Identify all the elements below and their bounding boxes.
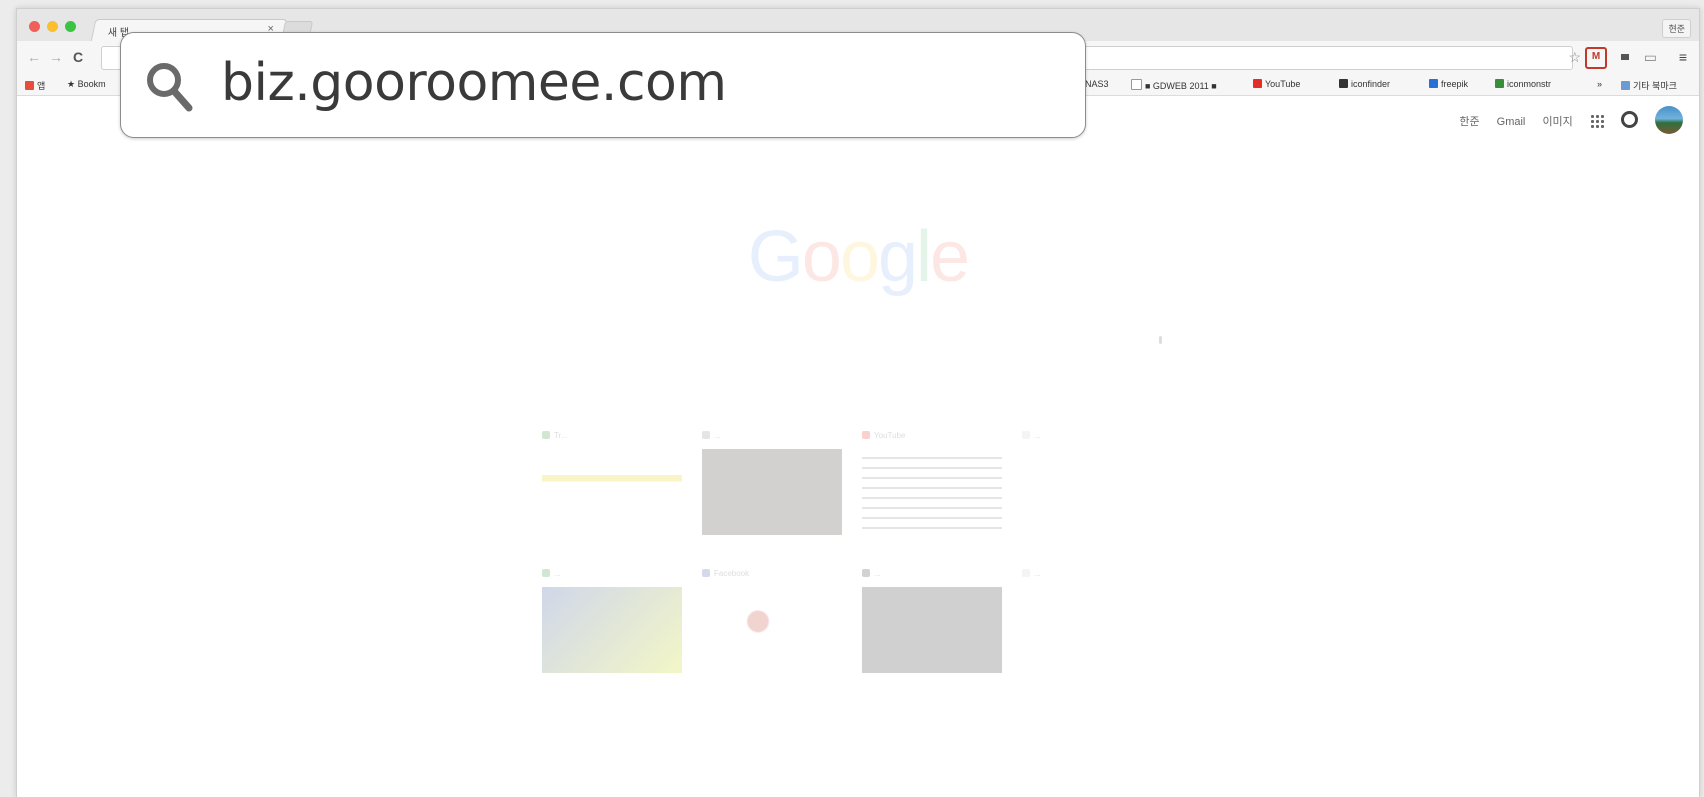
bookmark-iconfinder[interactable]: iconfinder — [1339, 79, 1390, 89]
close-window-button[interactable] — [29, 21, 40, 32]
forward-arrow-icon[interactable]: → — [49, 49, 63, 65]
extension-secondary-icon[interactable] — [1621, 54, 1629, 60]
profile-button[interactable]: 현준 — [1662, 19, 1691, 38]
tile[interactable]: ... — [1022, 431, 1162, 535]
bookmark-youtube[interactable]: YouTube — [1253, 79, 1300, 89]
search-overlay[interactable]: biz.gooroomee.com — [120, 32, 1086, 138]
tile[interactable]: YouTube — [862, 431, 1002, 535]
google-logo: Google — [747, 217, 970, 297]
cast-icon[interactable]: ▭ — [1644, 49, 1657, 66]
new-tab-page: 한준 Gmail 이미지 Google Tr... ... YouTube ..… — [17, 96, 1699, 797]
star-icon: ★ — [67, 79, 78, 89]
bookmark-gdweb[interactable]: ■ GDWEB 2011 ■ — [1131, 79, 1217, 91]
bookmark-apps[interactable]: 앱 — [25, 79, 45, 92]
minimize-window-button[interactable] — [47, 21, 58, 32]
extension-icon[interactable]: M — [1585, 47, 1607, 69]
bookmark-iconmonstr[interactable]: iconmonstr — [1495, 79, 1551, 89]
back-arrow-icon[interactable]: ← — [27, 49, 41, 65]
avatar[interactable] — [1655, 106, 1683, 134]
apps-grid-icon[interactable] — [1589, 114, 1604, 128]
link-images[interactable]: 이미지 — [1542, 116, 1572, 128]
mic-icon[interactable] — [1159, 336, 1162, 344]
reload-icon[interactable]: C — [73, 49, 83, 65]
bookmark-star-icon[interactable]: ☆ — [1568, 49, 1581, 66]
bookmark-bookmarks[interactable]: ★ Bookm — [67, 79, 106, 90]
apps-icon — [25, 81, 34, 90]
tile[interactable]: ... — [862, 569, 1002, 673]
youtube-icon — [1253, 79, 1262, 88]
bookmark-freepik[interactable]: freepik — [1429, 79, 1468, 89]
iconfinder-icon — [1339, 79, 1348, 88]
google-top-links: 한준 Gmail 이미지 — [1445, 106, 1683, 134]
folder-icon — [1621, 81, 1630, 90]
bookmark-other[interactable]: 기타 북마크 — [1621, 79, 1677, 92]
freepik-icon — [1429, 79, 1438, 88]
link-user[interactable]: 한준 — [1459, 116, 1479, 128]
bookmark-nas3[interactable]: NAS3 — [1085, 79, 1109, 89]
iconmonstr-icon — [1495, 79, 1504, 88]
tile[interactable]: ... — [702, 431, 842, 535]
hamburger-menu-icon[interactable]: ≡ — [1679, 49, 1687, 65]
search-icon — [147, 63, 193, 112]
tile[interactable]: Facebook — [702, 569, 842, 673]
zoom-window-button[interactable] — [65, 21, 76, 32]
notifications-icon[interactable] — [1620, 111, 1638, 128]
tile[interactable]: Tr... — [542, 431, 682, 535]
tile[interactable]: ... — [542, 569, 682, 673]
page-icon — [1131, 79, 1142, 90]
link-gmail[interactable]: Gmail — [1497, 116, 1526, 128]
bookmarks-overflow-button[interactable]: » — [1597, 79, 1602, 89]
search-query-text: biz.gooroomee.com — [221, 53, 727, 113]
tile[interactable]: ... — [1022, 569, 1162, 673]
